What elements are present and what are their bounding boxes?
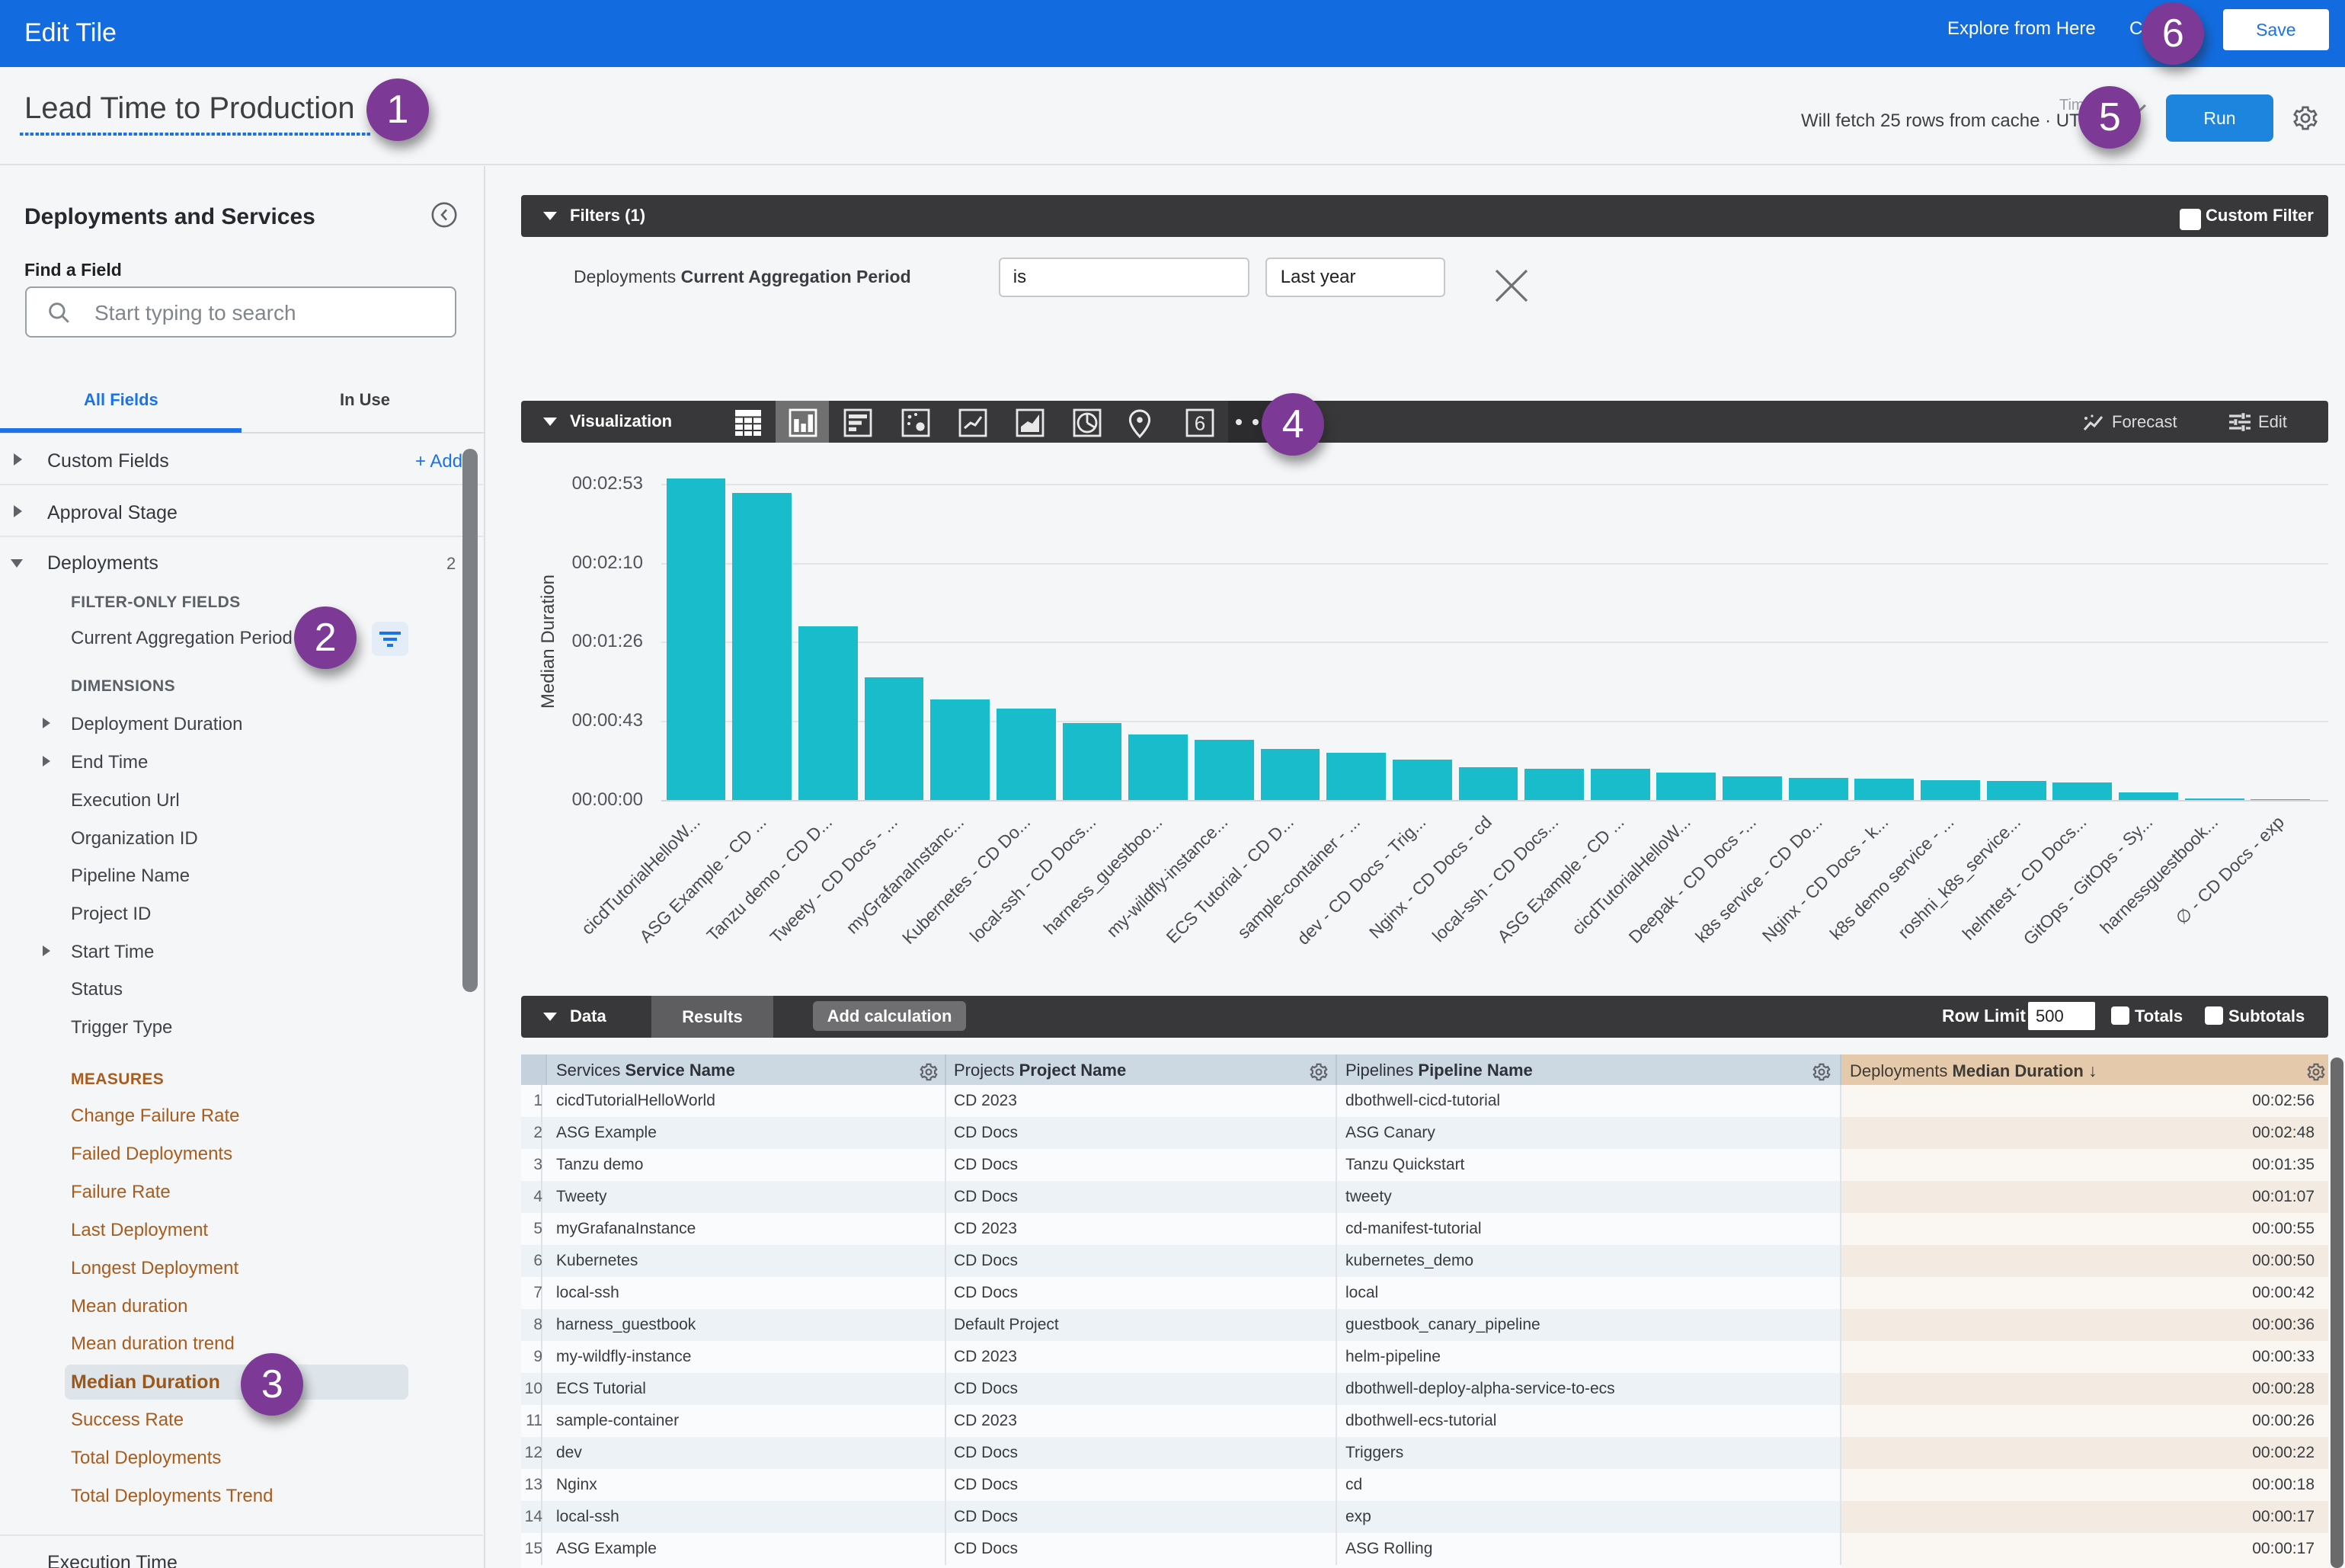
svg-text:6: 6 [1195,411,1205,434]
